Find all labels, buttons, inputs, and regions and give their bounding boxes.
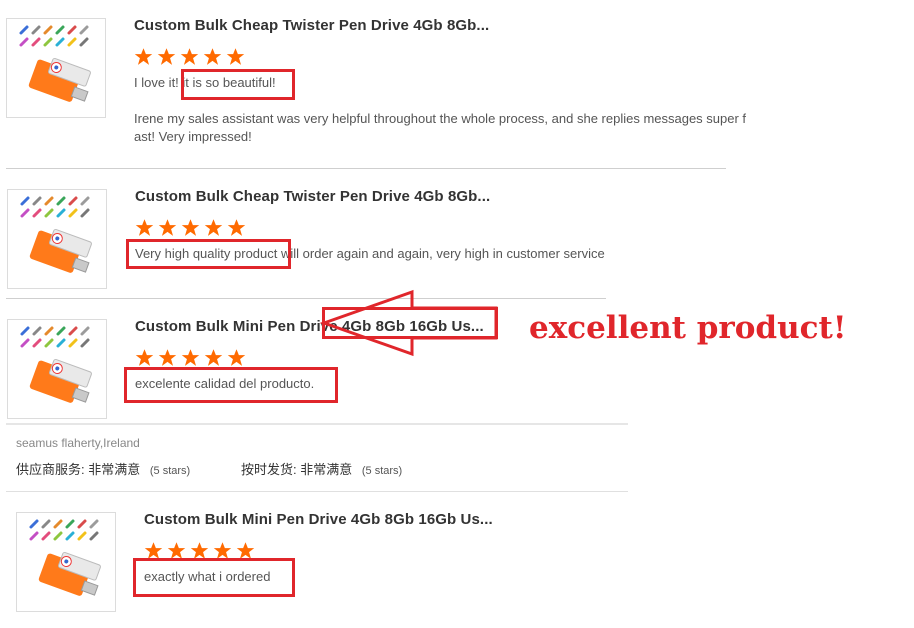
- review-additional-text-cont: ast! Very impressed!: [134, 129, 252, 144]
- annotation-text: excellent product!: [529, 310, 847, 346]
- reviewer-name: seamus flaherty,Ireland: [16, 436, 140, 450]
- on-time-rating: 按时发货: 非常满意 (5 stars): [241, 459, 402, 478]
- star-icon: [158, 219, 177, 236]
- usb-drive-thumbnail-icon: [20, 196, 92, 273]
- star-icon: [227, 219, 246, 236]
- review-rest: will order again and again, very high in…: [277, 246, 605, 261]
- star-icon: [134, 48, 153, 65]
- product-thumbnail[interactable]: [7, 319, 107, 419]
- usb-drive-thumbnail-icon: [20, 326, 92, 403]
- product-thumbnail[interactable]: [7, 189, 107, 289]
- star-icon: [180, 48, 199, 65]
- arrow-left-icon: [319, 289, 498, 357]
- supplier-service-label: 供应商服务: 非常满意: [16, 462, 141, 477]
- star-icon: [135, 349, 154, 366]
- highlight-box: [181, 69, 295, 100]
- usb-drive-thumbnail-icon: [29, 519, 101, 596]
- divider: [6, 168, 726, 169]
- product-title[interactable]: Custom Bulk Cheap Twister Pen Drive 4Gb …: [135, 188, 490, 205]
- star-icon: [181, 219, 200, 236]
- product-thumbnail[interactable]: [6, 18, 106, 118]
- rating-stars: [135, 348, 246, 367]
- star-icon: [181, 349, 200, 366]
- on-time-label: 按时发货: 非常满意: [241, 462, 353, 477]
- product-thumbnail[interactable]: [16, 512, 116, 612]
- star-icon: [204, 349, 223, 366]
- star-icon: [226, 48, 245, 65]
- star-icon: [227, 349, 246, 366]
- star-icon: [204, 219, 223, 236]
- star-icon: [157, 48, 176, 65]
- review-additional-text: Irene my sales assistant was very helpfu…: [134, 111, 747, 126]
- highlight-box: [133, 558, 295, 597]
- rating-stars: [135, 218, 246, 237]
- divider: [6, 491, 628, 492]
- on-time-value: (5 stars): [361, 465, 403, 477]
- highlight-box: [124, 367, 338, 403]
- product-title[interactable]: Custom Bulk Mini Pen Drive 4Gb 8Gb 16Gb …: [144, 511, 493, 528]
- star-icon: [135, 219, 154, 236]
- supplier-service-value: (5 stars): [149, 465, 191, 477]
- highlight-box: [126, 239, 291, 269]
- divider: [6, 423, 628, 425]
- star-icon: [203, 48, 222, 65]
- review-prefix: I love it!: [134, 75, 179, 90]
- usb-drive-thumbnail-icon: [19, 25, 91, 102]
- rating-stars: [134, 47, 245, 66]
- star-icon: [158, 349, 177, 366]
- product-title[interactable]: Custom Bulk Cheap Twister Pen Drive 4Gb …: [134, 17, 489, 34]
- supplier-service-rating: 供应商服务: 非常满意 (5 stars): [16, 459, 190, 478]
